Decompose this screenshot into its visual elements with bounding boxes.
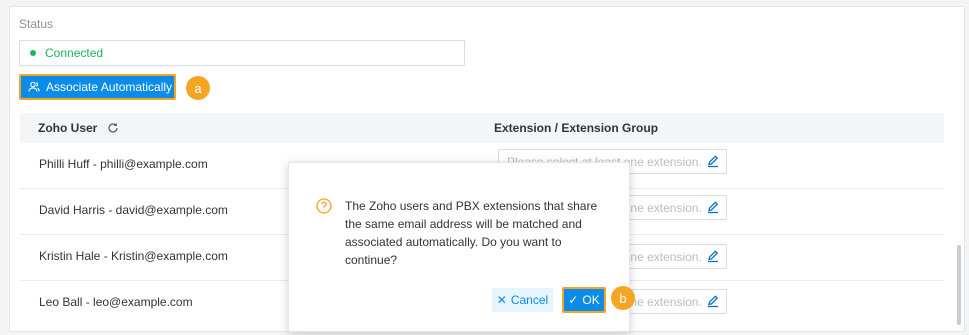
- row-user: Philli Huff - philli@example.com: [39, 157, 208, 171]
- cancel-button[interactable]: ✕ Cancel: [492, 288, 553, 312]
- edit-icon[interactable]: [706, 154, 720, 168]
- ok-button-label: OK: [582, 293, 600, 307]
- status-field: Connected: [19, 40, 465, 66]
- page-background: Status Connected Associate Automatically…: [0, 0, 969, 335]
- table-header: Zoho User Extension / Extension Group: [20, 113, 944, 143]
- edit-icon[interactable]: [706, 200, 720, 214]
- associate-automatically-label: Associate Automatically: [46, 80, 173, 94]
- close-icon: ✕: [496, 293, 507, 307]
- column-header-user-label: Zoho User: [38, 121, 98, 135]
- status-label: Status: [19, 17, 54, 31]
- column-header-extension: Extension / Extension Group: [494, 121, 659, 135]
- associate-automatically-button[interactable]: Associate Automatically: [19, 74, 176, 100]
- edit-icon[interactable]: [706, 249, 720, 263]
- row-user: Leo Ball - leo@example.com: [39, 295, 193, 309]
- row-user: David Harris - david@example.com: [39, 203, 228, 217]
- status-value: Connected: [45, 46, 104, 60]
- annotation-badge-a: a: [186, 76, 210, 100]
- dialog-message: The Zoho users and PBX extensions that s…: [345, 199, 598, 267]
- status-dot-icon: [30, 50, 36, 56]
- edit-icon[interactable]: [706, 294, 720, 308]
- ok-button[interactable]: ✓ OK: [562, 287, 606, 313]
- users-icon: [28, 81, 40, 93]
- row-user: Kristin Hale - Kristin@example.com: [39, 249, 228, 263]
- refresh-icon[interactable]: [107, 122, 119, 134]
- table-scrollbar[interactable]: [957, 245, 961, 325]
- question-circle-icon: [316, 198, 332, 214]
- column-header-user: Zoho User: [38, 121, 119, 135]
- check-icon: ✓: [568, 293, 579, 307]
- cancel-button-label: Cancel: [510, 293, 549, 307]
- annotation-badge-b: b: [611, 286, 635, 310]
- confirm-dialog: The Zoho users and PBX extensions that s…: [288, 162, 630, 332]
